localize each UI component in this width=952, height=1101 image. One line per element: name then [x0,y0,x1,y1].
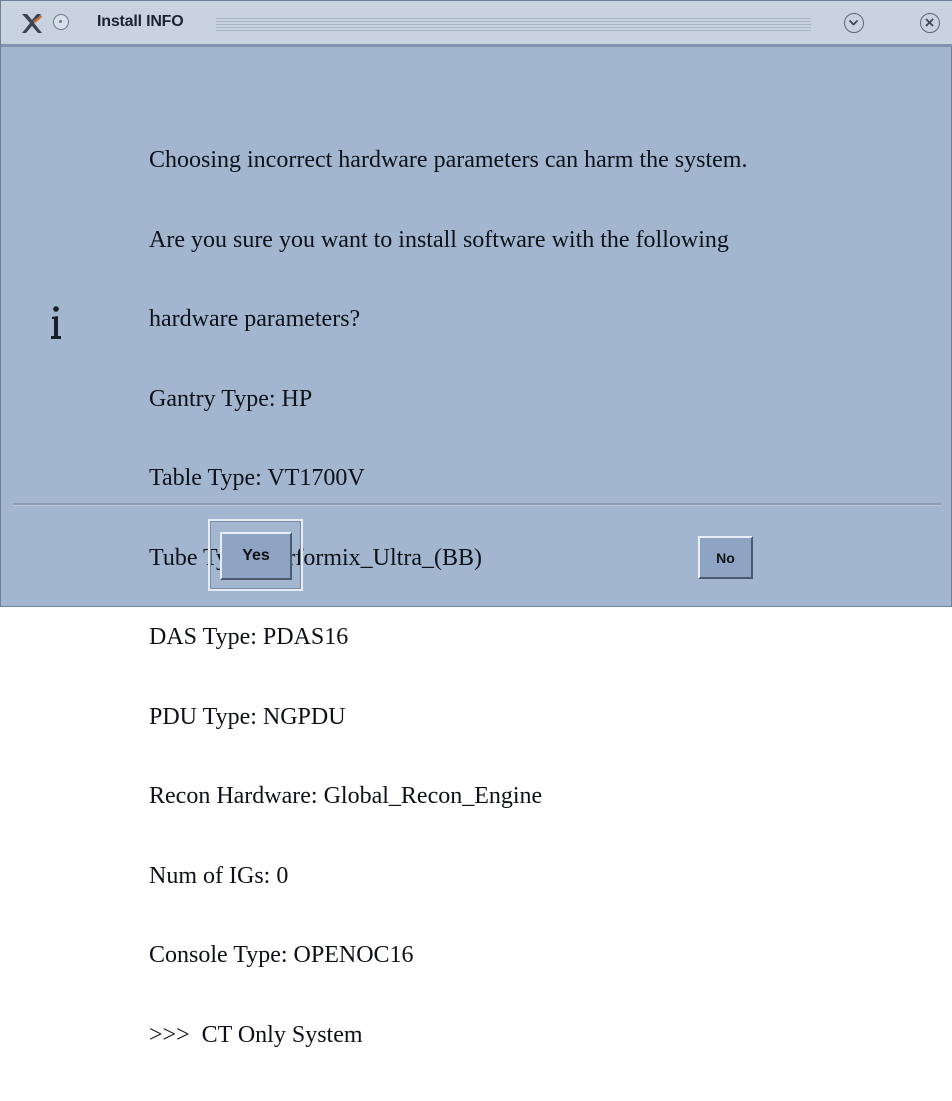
install-info-dialog: Install INFO Choosing incorrect hardware… [0,0,952,1048]
message-line: Are you sure you want to install softwar… [149,226,729,253]
no-button[interactable]: No [698,536,753,579]
title-bar-grip [216,18,811,32]
x-app-icon[interactable] [19,11,45,37]
message-line: hardware parameters? [149,306,361,332]
window-menu-icon[interactable] [53,14,69,30]
window-title: Install INFO [97,13,184,30]
info-icon [47,303,65,343]
message-line: >>> CT Only System [149,1021,363,1048]
message-line: Recon Hardware: Global_Recon_Engine [149,783,543,809]
message-line: Gantry Type: HP [149,385,313,412]
message-line: Console Type: OPENOC16 [149,942,414,968]
yes-button[interactable]: Yes [220,532,292,580]
message-line: Choosing incorrect hardware parameters c… [149,147,748,173]
chevron-down-circle-icon[interactable] [844,13,864,33]
button-bar [1,506,952,608]
close-circle-icon[interactable] [920,13,940,33]
title-bar[interactable]: Install INFO [1,1,952,47]
message-line: Num of IGs: 0 [149,862,289,889]
message-line: DAS Type: PDAS16 [149,624,349,650]
dialog-content: Choosing incorrect hardware parameters c… [1,47,952,1048]
message-line: Table Type: VT1700V [149,465,365,491]
message-line: PDU Type: NGPDU [149,703,346,730]
